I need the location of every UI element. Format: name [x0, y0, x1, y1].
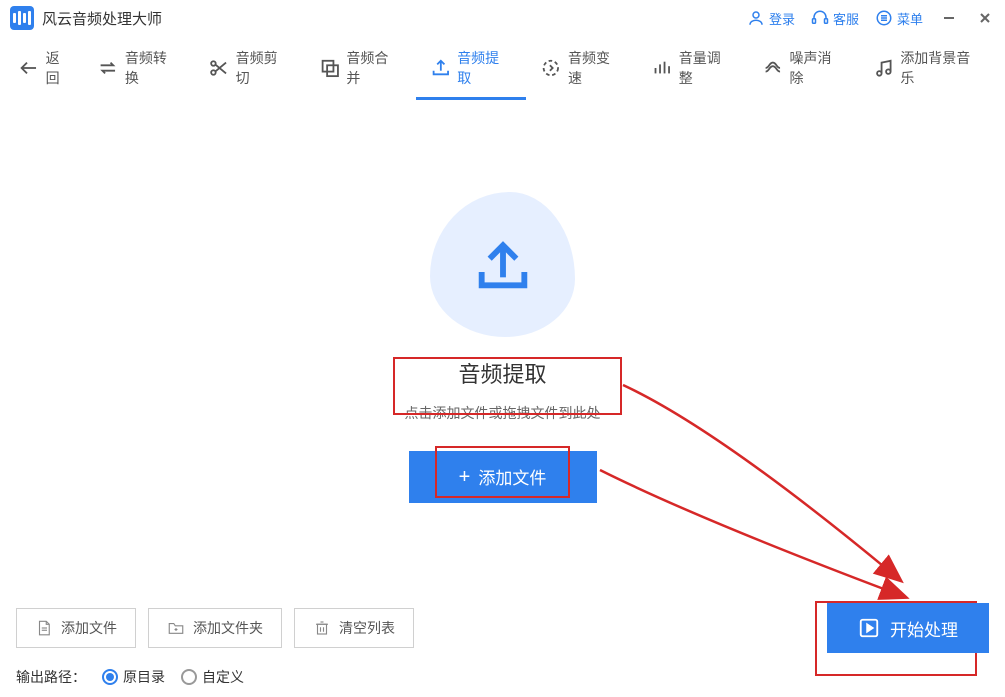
headset-icon [811, 9, 829, 27]
extract-icon [430, 57, 452, 79]
tab-merge[interactable]: 音频合并 [305, 36, 416, 100]
close-icon [978, 11, 992, 25]
tab-speed[interactable]: 音频变速 [526, 36, 637, 100]
main-drop-area[interactable]: 音频提取 点击添加文件或拖拽文件到此处 + 添加文件 [0, 100, 1005, 594]
scissors-icon [208, 57, 230, 79]
radio-circle-icon [102, 669, 118, 685]
menu-circle-icon [875, 9, 893, 27]
merge-icon [319, 57, 341, 79]
music-icon [873, 57, 895, 79]
trash-icon [313, 619, 331, 637]
tab-nav: 返回 音频转换 音频剪切 音频合并 音频提取 音频变速 音量调整 噪声消除 添加… [0, 36, 1005, 100]
main-title: 音频提取 [458, 357, 546, 389]
arrow-left-icon [18, 57, 40, 79]
plus-icon: + [459, 467, 471, 487]
app-logo-icon [10, 6, 34, 30]
add-file-button[interactable]: 添加文件 [16, 608, 136, 648]
tab-extract[interactable]: 音频提取 [416, 36, 527, 100]
noise-icon [762, 57, 784, 79]
user-icon [747, 9, 765, 27]
upload-blob-icon [430, 192, 575, 337]
tab-volume[interactable]: 音量调整 [637, 36, 748, 100]
radio-circle-icon [181, 669, 197, 685]
tab-trim[interactable]: 音频剪切 [194, 36, 305, 100]
convert-icon [97, 57, 119, 79]
main-subtitle: 点击添加文件或拖拽文件到此处 [405, 403, 601, 423]
file-icon [35, 619, 53, 637]
support-button[interactable]: 客服 [811, 9, 859, 28]
tab-noise[interactable]: 噪声消除 [748, 36, 859, 100]
tab-convert[interactable]: 音频转换 [83, 36, 194, 100]
close-button[interactable] [975, 8, 995, 28]
minimize-button[interactable] [939, 8, 959, 28]
title-bar: 风云音频处理大师 登录 客服 菜单 [0, 0, 1005, 36]
bottom-bar: 添加文件 添加文件夹 清空列表 开始处理 输出路径： 原目录 自定义 [0, 593, 1005, 697]
menu-button[interactable]: 菜单 [875, 9, 923, 28]
radio-custom[interactable]: 自定义 [181, 667, 244, 687]
folder-icon [167, 619, 185, 637]
login-button[interactable]: 登录 [747, 9, 795, 28]
tab-bgm[interactable]: 添加背景音乐 [859, 36, 997, 100]
minimize-icon [942, 11, 956, 25]
add-file-main-button[interactable]: + 添加文件 [409, 451, 597, 503]
app-title: 风云音频处理大师 [42, 8, 162, 29]
radio-original-dir[interactable]: 原目录 [102, 667, 165, 687]
play-icon [858, 617, 880, 639]
volume-icon [651, 57, 673, 79]
output-path-label: 输出路径： [16, 667, 86, 687]
back-button[interactable]: 返回 [8, 36, 83, 100]
add-folder-button[interactable]: 添加文件夹 [148, 608, 282, 648]
start-button[interactable]: 开始处理 [827, 603, 989, 653]
clear-list-button[interactable]: 清空列表 [294, 608, 414, 648]
speed-icon [540, 57, 562, 79]
